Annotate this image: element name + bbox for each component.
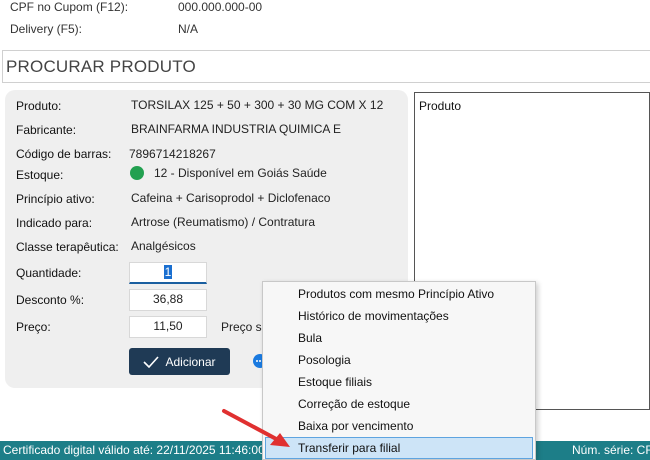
stock-status-icon <box>130 166 144 180</box>
estoque-value: 12 - Disponível em Goiás Saúde <box>154 166 327 180</box>
desconto-input[interactable]: 36,88 <box>129 289 207 311</box>
delivery-value: N/A <box>178 22 199 36</box>
desconto-label: Desconto %: <box>16 293 85 307</box>
classe-label: Classe terapêutica: <box>16 240 119 254</box>
codigo-barras-value: 7896714218267 <box>129 147 216 161</box>
product-search-input[interactable]: PROCURAR PRODUTO <box>2 50 650 83</box>
indicado-label: Indicado para: <box>16 216 93 230</box>
principio-ativo-label: Princípio ativo: <box>16 192 95 206</box>
delivery-label: Delivery (F5): <box>10 22 83 36</box>
menu-item-correcao-estoque[interactable]: Correção de estoque <box>265 393 533 415</box>
results-column-header: Produto <box>419 99 462 113</box>
search-title: PROCURAR PRODUTO <box>6 57 196 76</box>
menu-item-estoque-filiais[interactable]: Estoque filiais <box>265 371 533 393</box>
context-menu: Produtos com mesmo Princípio Ativo Histó… <box>262 281 536 460</box>
preco-input[interactable]: 11,50 <box>129 316 207 338</box>
menu-item-transferir-filial[interactable]: Transferir para filial <box>265 437 533 459</box>
desconto-value: 36,88 <box>152 292 184 306</box>
estoque-label: Estoque: <box>16 168 64 182</box>
check-icon <box>143 355 160 368</box>
codigo-barras-label: Código de barras: <box>16 147 112 161</box>
menu-item-bula[interactable]: Bula <box>265 327 533 349</box>
menu-item-posologia[interactable]: Posologia <box>265 349 533 371</box>
principio-ativo-value: Cafeina + Carisoprodol + Diclofenaco <box>131 191 331 205</box>
indicado-value: Artrose (Reumatismo) / Contratura <box>131 215 316 229</box>
quantidade-value: 1 <box>163 265 173 279</box>
annotation-arrow-icon <box>222 409 290 447</box>
menu-item-baixa-vencimento[interactable]: Baixa por vencimento <box>265 415 533 437</box>
add-button-label: Adicionar <box>165 354 216 369</box>
preco-label: Preço: <box>16 320 51 334</box>
fabricante-label: Fabricante: <box>16 123 77 137</box>
produto-value: TORSILAX 125 + 50 + 300 + 30 MG COM X 12 <box>131 98 384 112</box>
preco-value: 11,50 <box>153 319 183 333</box>
cpf-label: CPF no Cupom (F12): <box>10 0 129 14</box>
add-button[interactable]: Adicionar <box>129 348 230 375</box>
classe-value: Analgésicos <box>131 239 196 253</box>
fabricante-value: BRAINFARMA INDUSTRIA QUIMICA E <box>131 122 342 136</box>
serial-number: Núm. série: CR <box>572 443 650 457</box>
menu-item-mesmo-principio[interactable]: Produtos com mesmo Princípio Ativo <box>265 283 533 305</box>
quantidade-label: Quantidade: <box>16 266 82 280</box>
produto-label: Produto: <box>16 99 62 113</box>
quantidade-input[interactable]: 1 <box>129 262 207 284</box>
menu-item-historico[interactable]: Histórico de movimentações <box>265 305 533 327</box>
cpf-value: 000.000.000-00 <box>178 0 263 14</box>
